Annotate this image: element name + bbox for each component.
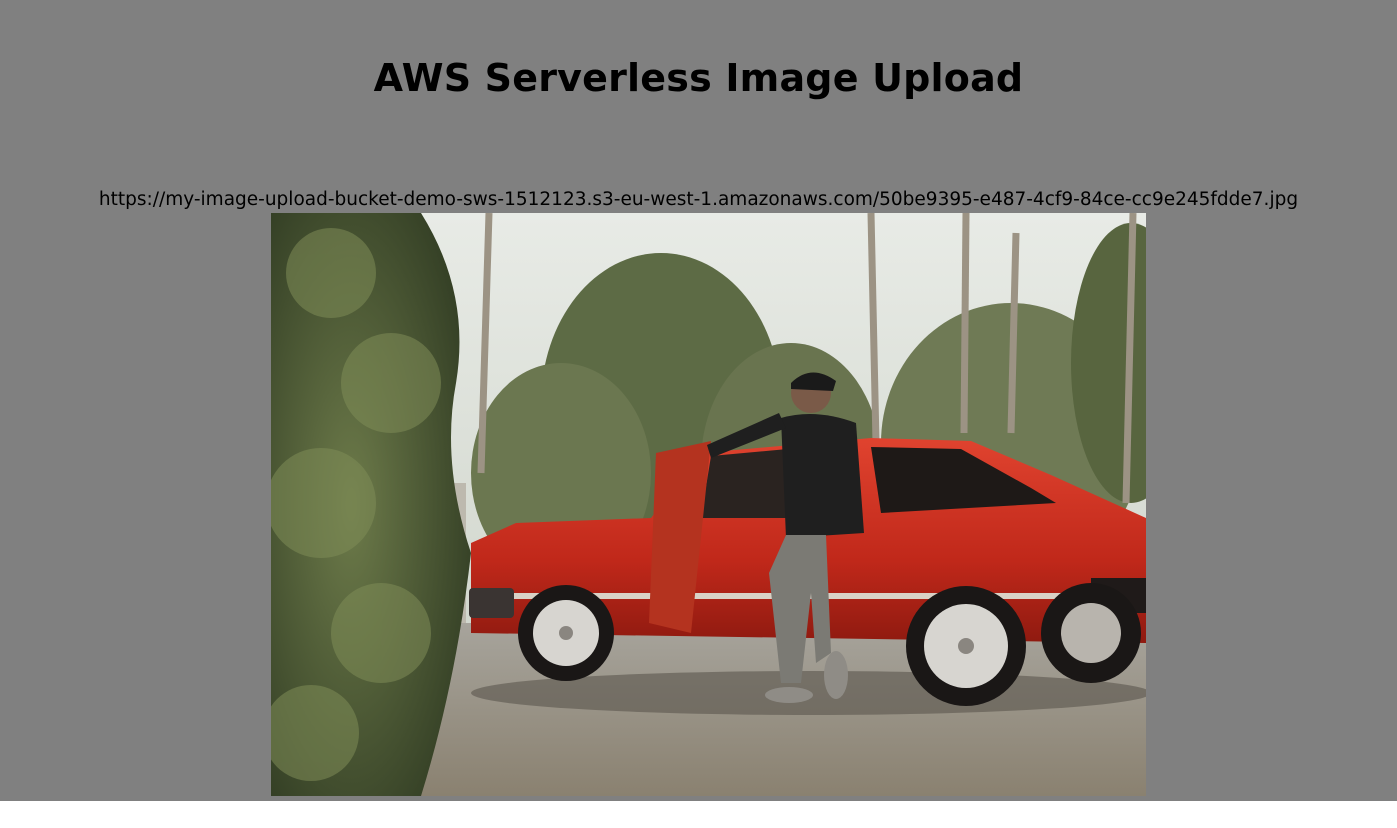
uploaded-image-url: https://my-image-upload-bucket-demo-sws-… bbox=[98, 189, 1299, 210]
page: AWS Serverless Image Upload https://my-i… bbox=[0, 0, 1397, 801]
uploaded-image bbox=[271, 213, 1146, 796]
page-title: AWS Serverless Image Upload bbox=[373, 56, 1024, 100]
